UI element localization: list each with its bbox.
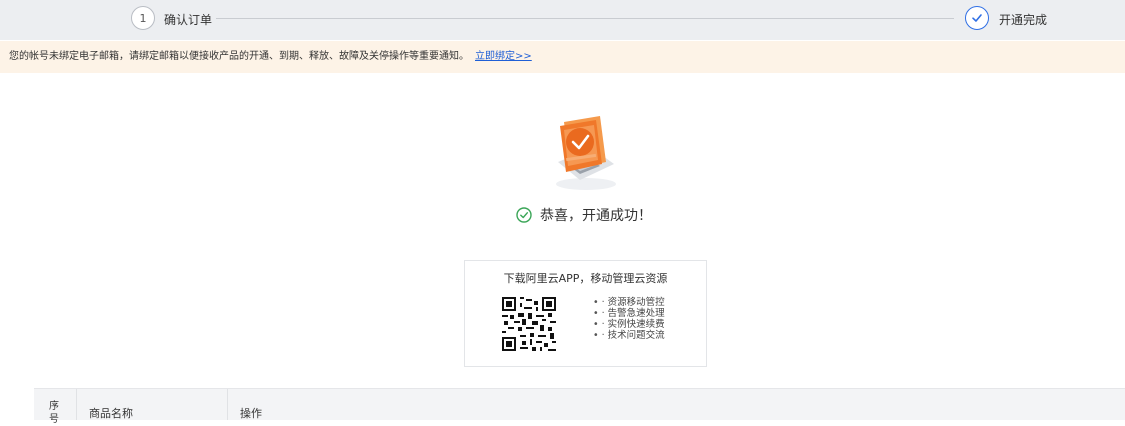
feature-item: 资源移动管控: [593, 297, 665, 308]
app-feature-list: 资源移动管控 告警急速处理 实例快速续费 技术问题交流: [593, 297, 665, 341]
bind-email-link[interactable]: 立即绑定>>: [475, 51, 532, 62]
success-message: 恭喜，开通成功！: [516, 205, 652, 225]
order-stepper: 1 确认订单 开通完成: [0, 0, 1125, 40]
success-text: 恭喜，开通成功！: [540, 208, 652, 224]
step-1-circle: 1: [131, 6, 155, 30]
feature-item: 实例快速续费: [593, 319, 665, 330]
qr-code-icon[interactable]: [502, 297, 556, 351]
step-1-number: 1: [139, 11, 147, 25]
stepper-connector-line: [216, 18, 954, 19]
column-header-product-name: 商品名称: [77, 389, 228, 420]
feature-item: 告警急速处理: [593, 308, 665, 319]
step-2-label: 开通完成: [999, 13, 1048, 27]
success-illustration: [548, 112, 620, 196]
column-header-index: 序号: [34, 389, 77, 425]
feature-item: 技术问题交流: [593, 330, 665, 341]
download-title: 下载阿里云APP，移动管理云资源: [503, 272, 668, 285]
column-header-actions: 操作: [228, 389, 1125, 420]
app-download-card: 下载阿里云APP，移动管理云资源 资源移动管控 告警急速处理 实例快速续费 技术…: [464, 260, 707, 367]
column-header-index-label: 序号: [49, 401, 59, 425]
step-1-label: 确认订单: [164, 13, 213, 27]
success-check-icon: [516, 207, 532, 223]
email-binding-notice: 您的帐号未绑定电子邮箱，请绑定邮箱以便接收产品的开通、到期、释放、故障及关停操作…: [0, 41, 1125, 73]
notice-text: 您的帐号未绑定电子邮箱，请绑定邮箱以便接收产品的开通、到期、释放、故障及关停操作…: [9, 51, 469, 62]
order-table-header: 序号 商品名称 操作: [34, 388, 1125, 425]
step-2-check-icon: [965, 6, 989, 30]
